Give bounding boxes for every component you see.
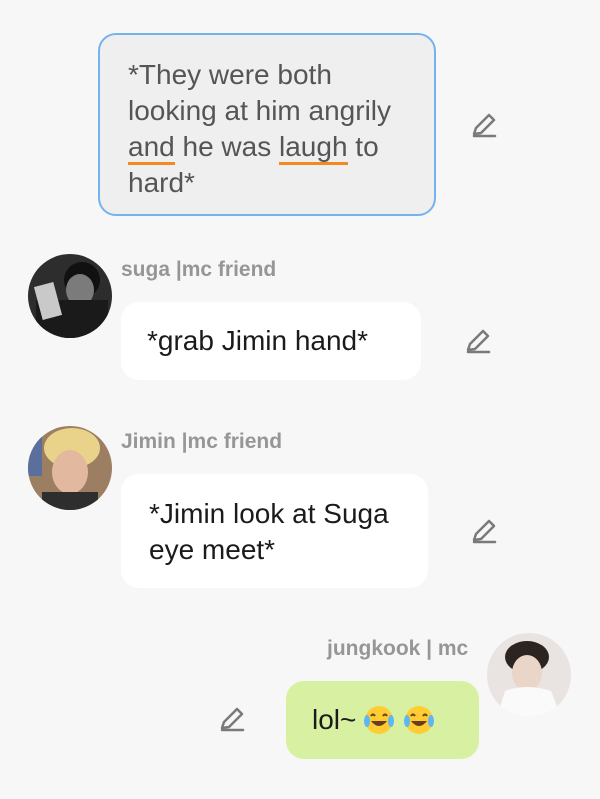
narration-text-1: *They were both looking at him angrily bbox=[128, 59, 392, 126]
message-bubble-suga[interactable]: *grab Jimin hand* bbox=[121, 302, 421, 380]
edit-pencil-icon[interactable] bbox=[468, 516, 500, 548]
avatar-jimin[interactable] bbox=[28, 426, 112, 510]
sender-name: Jimin |mc friend bbox=[121, 430, 283, 453]
message-text: *grab Jimin hand* bbox=[147, 325, 369, 356]
edit-pencil-icon[interactable] bbox=[468, 110, 500, 142]
underlined-word-and: and bbox=[128, 131, 175, 165]
avatar-suga[interactable] bbox=[28, 254, 112, 338]
avatar-jungkook[interactable] bbox=[487, 633, 571, 717]
laughing-tears-emoji bbox=[404, 706, 435, 734]
edit-pencil-icon[interactable] bbox=[462, 326, 494, 358]
sender-name: jungkook | mc bbox=[327, 637, 469, 660]
underlined-word-laugh: laugh bbox=[279, 131, 348, 165]
message-text: *Jimin look at Suga eye meet* bbox=[149, 498, 389, 565]
message-text: lol~ bbox=[312, 704, 357, 735]
message-bubble-jimin[interactable]: *Jimin look at Suga eye meet* bbox=[121, 474, 428, 588]
laughing-tears-emoji bbox=[364, 706, 395, 734]
narration-text-2: he was bbox=[174, 131, 279, 162]
sender-name: suga |mc friend bbox=[121, 258, 277, 281]
narration-bubble[interactable]: *They were both looking at him angrily a… bbox=[98, 33, 436, 216]
message-bubble-jungkook[interactable]: lol~ bbox=[286, 681, 479, 759]
edit-pencil-icon[interactable] bbox=[216, 704, 248, 736]
